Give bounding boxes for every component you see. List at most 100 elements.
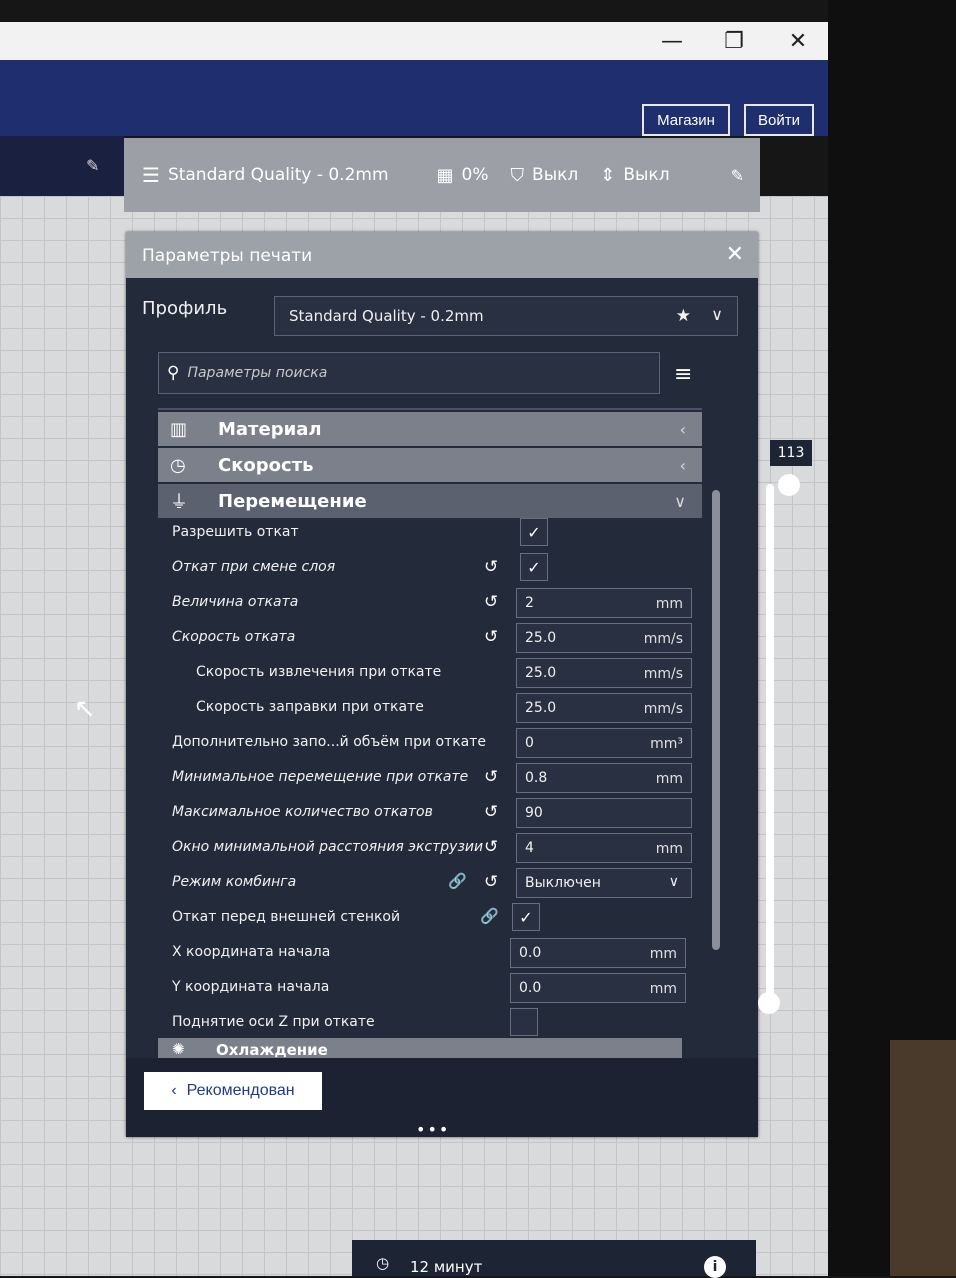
profile-dropdown[interactable]: Standard Quality - 0.2mm ★ ∨	[274, 296, 738, 336]
panel-header: Параметры печати ✕	[126, 232, 758, 278]
retract-layer-change-checkbox[interactable]: ✓	[520, 553, 548, 581]
retract-before-outer-wall-checkbox[interactable]: ✓	[512, 903, 540, 931]
category-travel[interactable]: ⏚ Перемещение ∨	[158, 484, 702, 518]
profile-dropdown-value: Standard Quality - 0.2mm	[289, 307, 484, 325]
speed-icon: ◷	[170, 454, 186, 476]
minimize-icon: —	[661, 28, 683, 54]
star-icon[interactable]: ★	[676, 306, 691, 326]
cooling-icon: ✺	[172, 1040, 185, 1058]
reset-icon[interactable]: ↺	[484, 627, 498, 647]
marketplace-button[interactable]: Магазин	[642, 104, 730, 136]
layer-slider-top-handle[interactable]	[778, 474, 800, 496]
field-value: 0.0	[519, 980, 542, 996]
setting-row: Режим комбинга 🔗 ↺ Выключен ∨	[158, 866, 718, 900]
field-value: 0.8	[525, 770, 548, 786]
field-value: 90	[525, 805, 543, 821]
retraction-min-travel-input[interactable]: 0.8 mm	[516, 763, 692, 793]
search-field[interactable]: ⚲	[158, 352, 660, 394]
setting-label: Скорость отката	[172, 629, 296, 645]
z-hop-checkbox[interactable]	[510, 1008, 538, 1036]
start-x-input[interactable]: 0.0 mm	[510, 938, 686, 968]
chevron-down-icon: ∨	[668, 874, 679, 890]
layer-number[interactable]: 113	[770, 440, 812, 466]
select-value: Выключен	[525, 875, 601, 891]
printer-selector-bar[interactable]	[0, 136, 124, 196]
field-value: 0.0	[519, 945, 542, 961]
settings-scrollbar[interactable]	[712, 490, 720, 950]
field-unit: mm	[655, 841, 683, 857]
setting-row: Скорость извлечения при откате 25.0 mm/s	[158, 656, 718, 690]
reset-icon[interactable]: ↺	[484, 837, 498, 857]
retraction-prime-speed-input[interactable]: 25.0 mm/s	[516, 693, 692, 723]
travel-icon: ⏚	[170, 492, 188, 513]
layer-slider-track[interactable]	[766, 484, 774, 1004]
recommended-label: Рекомендован	[186, 1082, 295, 1099]
summary-support: ⛉ Выкл	[511, 165, 579, 186]
category-material-label: Материал	[218, 418, 322, 440]
category-material[interactable]: ▥ Материал ‹	[158, 412, 702, 446]
resize-handle[interactable]: •••	[416, 1120, 450, 1139]
close-icon: ✕	[788, 28, 808, 54]
edit-pencil-icon[interactable]: ✎	[86, 156, 99, 175]
summary-infill-value: 0%	[461, 165, 489, 185]
field-value: 25.0	[525, 665, 557, 681]
extrusion-window-input[interactable]: 4 mm	[516, 833, 692, 863]
print-settings-summary[interactable]: ☰ Standard Quality - 0.2mm ▦ 0% ⛉ Выкл ⇕…	[124, 138, 760, 212]
profile-icon: ☰	[142, 163, 160, 187]
close-panel-icon[interactable]: ✕	[726, 242, 744, 267]
search-icon: ⚲	[167, 363, 180, 383]
retraction-count-max-input[interactable]: 90	[516, 798, 692, 828]
maximize-button[interactable]: ❐	[704, 22, 764, 60]
setting-label: Откат перед внешней стенкой	[172, 909, 401, 925]
chevron-down-icon: ∨	[674, 491, 686, 511]
retraction-extra-prime-input[interactable]: 0 mm³	[516, 728, 692, 758]
info-icon[interactable]: i	[704, 1256, 726, 1278]
retraction-retract-speed-input[interactable]: 25.0 mm/s	[516, 658, 692, 688]
summary-profile-label: Standard Quality - 0.2mm	[167, 165, 389, 185]
setting-row: Y координата начала 0.0 mm	[158, 971, 718, 1005]
setting-row: Разрешить откат ✓	[158, 516, 718, 550]
summary-adhesion-value: Выкл	[623, 165, 670, 185]
reset-icon[interactable]: ↺	[484, 802, 498, 822]
retraction-speed-input[interactable]: 25.0 mm/s	[516, 623, 692, 653]
maximize-icon: ❐	[724, 28, 744, 54]
edit-settings-pencil-icon[interactable]: ✎	[731, 166, 744, 185]
start-y-input[interactable]: 0.0 mm	[510, 973, 686, 1003]
setting-row: Минимальное перемещение при откате ↺ 0.8…	[158, 761, 718, 795]
reset-icon[interactable]: ↺	[484, 767, 498, 787]
enable-retraction-checkbox[interactable]: ✓	[520, 518, 548, 546]
field-value: 4	[525, 840, 534, 856]
link-icon: 🔗	[480, 907, 499, 925]
setting-label: Скорость извлечения при откате	[196, 664, 442, 680]
combing-mode-select[interactable]: Выключен ∨	[516, 868, 692, 898]
setting-label: Скорость заправки при откате	[196, 699, 424, 715]
category-speed[interactable]: ◷ Скорость ‹	[158, 448, 702, 482]
reset-icon[interactable]: ↺	[484, 872, 498, 892]
print-time-panel: ◷ 12 минут i	[352, 1240, 756, 1278]
minimize-button[interactable]: —	[642, 22, 702, 60]
setting-label: Величина отката	[172, 594, 299, 610]
signin-button[interactable]: Войти	[744, 104, 814, 136]
mouse-cursor-icon: ↖	[74, 694, 96, 724]
setting-label: Дополнительно запо...й объём при откате	[172, 734, 487, 750]
field-unit: mm/s	[643, 666, 683, 682]
reset-icon[interactable]: ↺	[484, 592, 498, 612]
setting-row: X координата начала 0.0 mm	[158, 936, 718, 970]
field-unit: mm³	[650, 736, 683, 752]
divider	[158, 408, 702, 410]
close-window-button[interactable]: ✕	[768, 22, 828, 60]
setting-row: Дополнительно запо...й объём при откате …	[158, 726, 718, 760]
setting-label: Поднятие оси Z при откате	[172, 1014, 375, 1030]
retraction-distance-input[interactable]: 2 mm	[516, 588, 692, 618]
setting-row: Откат перед внешней стенкой 🔗 ✓	[158, 901, 718, 935]
field-value: 0	[525, 735, 534, 751]
search-input[interactable]	[185, 364, 630, 382]
settings-visibility-menu-icon[interactable]: ≡	[674, 362, 692, 387]
field-value: 25.0	[525, 700, 557, 716]
category-cooling[interactable]: ✺ Охлаждение	[158, 1038, 682, 1058]
recommended-button[interactable]: ‹ Рекомендован	[144, 1072, 322, 1110]
field-unit: mm	[655, 771, 683, 787]
layer-slider-bottom-handle[interactable]	[758, 992, 780, 1014]
summary-support-value: Выкл	[532, 165, 579, 185]
reset-icon[interactable]: ↺	[484, 557, 498, 577]
